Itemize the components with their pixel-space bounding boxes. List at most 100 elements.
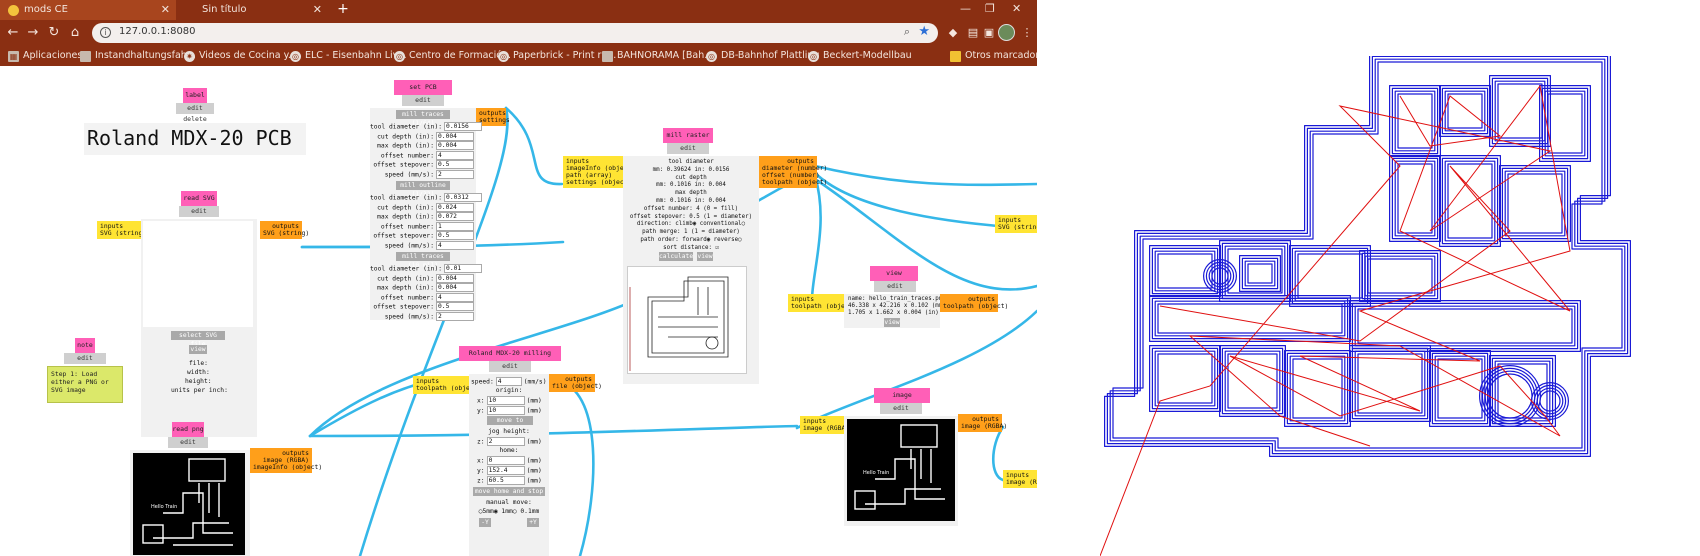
jog-plus-button[interactable]: +Y bbox=[527, 518, 539, 527]
module-title[interactable]: set PCB defaults bbox=[394, 80, 452, 106]
puzzle-icon[interactable]: ▣ bbox=[982, 26, 996, 40]
zoom-icon[interactable]: ⌕ bbox=[904, 25, 910, 39]
reader-icon[interactable]: ▤ bbox=[966, 26, 980, 40]
view-toolpath-output-port[interactable]: outputs toolpath (object) bbox=[940, 294, 1008, 312]
svg-input-port[interactable]: inputs SVG (string) bbox=[995, 215, 1037, 233]
bookmark-item[interactable]: ✷ Videos de Cocina y... bbox=[184, 50, 297, 62]
module-title[interactable]: read SVG bbox=[181, 191, 217, 206]
bookmark-item[interactable]: Instandhaltungsfah... bbox=[80, 50, 196, 62]
mill-raster-output-port[interactable]: outputs diameter (number) offset (number… bbox=[759, 156, 827, 188]
bookmark-item[interactable]: ◎ ELC - Eisenbahn Liv... bbox=[290, 50, 407, 62]
view-button[interactable]: view bbox=[884, 318, 900, 327]
forward-icon[interactable]: → bbox=[24, 24, 42, 42]
setting-field[interactable]: 0.004 bbox=[436, 273, 474, 283]
coordinate-field[interactable]: 10 bbox=[486, 406, 525, 415]
setting-field[interactable]: 0.004 bbox=[436, 131, 474, 141]
home-icon[interactable]: ⌂ bbox=[66, 24, 84, 42]
mill-raster-input-port[interactable]: inputs imageInfo (object) path (array) s… bbox=[563, 156, 635, 188]
edit-delete-button[interactable]: edit delete bbox=[874, 281, 916, 301]
setting-field[interactable]: 0.024 bbox=[436, 202, 474, 212]
setting-field[interactable]: 0.0312 bbox=[444, 193, 483, 202]
module-title[interactable]: read png bbox=[172, 422, 204, 437]
setting-field[interactable]: 2 bbox=[436, 311, 474, 321]
module-title[interactable]: image threshold bbox=[874, 388, 930, 414]
bookmark-item[interactable]: ◎ DB-Bahnhof Plattling bbox=[706, 50, 819, 62]
calculate-button[interactable]: calculate bbox=[659, 252, 693, 261]
edit-delete-button[interactable]: edit delete bbox=[880, 403, 922, 423]
svg-input-port[interactable]: inputs SVG (string) bbox=[97, 221, 146, 239]
pcb-preset-button[interactable]: mill traces (10 mil) bbox=[396, 252, 450, 269]
restore-icon[interactable]: ❐ bbox=[985, 2, 995, 15]
png-output-port[interactable]: outputs image (RGBA) imageInfo (object) bbox=[250, 448, 322, 473]
view-button[interactable]: view bbox=[189, 345, 207, 354]
select-svg-button[interactable]: select SVG file bbox=[171, 331, 225, 348]
edit-delete-button[interactable]: edit delete bbox=[176, 103, 214, 123]
note-text[interactable]: Step 1: Load either a PNG or SVG image bbox=[47, 366, 123, 403]
tab-untitled[interactable]: Sin título ✕ bbox=[178, 0, 328, 20]
tab-mods[interactable]: mods CE ✕ bbox=[0, 0, 176, 20]
setting-field[interactable]: 4 bbox=[436, 150, 474, 160]
bookmark-apps[interactable]: ▦ Aplicaciones bbox=[8, 50, 82, 62]
roland-output-port[interactable]: outputs file (object) bbox=[549, 374, 602, 392]
svg-output-port[interactable]: outputs SVG (string) bbox=[260, 221, 309, 239]
module-title[interactable]: mill raster 2D bbox=[663, 128, 713, 154]
close-window-icon[interactable]: ✕ bbox=[1012, 2, 1021, 15]
setting-field[interactable]: 0.5 bbox=[436, 302, 474, 311]
bookmark-item[interactable]: BAHNORAMA [Bah... bbox=[602, 50, 713, 62]
setting-field[interactable]: 0.004 bbox=[436, 283, 474, 292]
module-title[interactable]: note bbox=[75, 338, 95, 353]
star-icon[interactable]: ★ bbox=[918, 24, 930, 39]
menu-icon[interactable]: ⋮ bbox=[1020, 26, 1034, 40]
edit-delete-button[interactable]: edit delete bbox=[64, 353, 106, 373]
speed-field[interactable]: 4 bbox=[495, 377, 522, 386]
edit-delete-button[interactable]: edit delete bbox=[489, 361, 531, 381]
avatar[interactable] bbox=[998, 24, 1015, 41]
setting-field[interactable]: 4 bbox=[436, 292, 474, 302]
bookmark-item[interactable]: ◎ Paperbrick - Print ra... bbox=[498, 50, 616, 62]
minimize-icon[interactable]: — bbox=[960, 2, 971, 15]
new-tab-button[interactable]: + bbox=[335, 2, 351, 18]
reload-icon[interactable]: ↻ bbox=[45, 24, 63, 42]
extension-icon[interactable]: ◆ bbox=[946, 26, 960, 40]
setting-field[interactable]: 4 bbox=[436, 240, 474, 250]
info-icon[interactable]: i bbox=[100, 27, 111, 38]
move-home-button[interactable]: move home and stop bbox=[473, 487, 545, 496]
module-title[interactable]: label bbox=[183, 88, 207, 103]
setting-field[interactable]: 1 bbox=[436, 221, 474, 231]
setting-field[interactable]: 0.5 bbox=[436, 160, 474, 169]
threshold-output-port[interactable]: outputs image (RGBA) bbox=[958, 414, 1007, 432]
rgba-input-port[interactable]: inputs image (RGBA bbox=[1003, 470, 1037, 488]
module-title[interactable]: view toolpath bbox=[870, 266, 918, 292]
coordinate-field[interactable]: 152.4 bbox=[486, 466, 525, 475]
move-origin-button[interactable]: move to origin bbox=[487, 416, 533, 433]
back-icon[interactable]: ← bbox=[4, 24, 22, 42]
coordinate-field[interactable]: 0 bbox=[486, 456, 525, 465]
edit-delete-button[interactable]: edit delete bbox=[402, 95, 444, 115]
address-bar[interactable]: i 127.0.0.1:8080 ⌕ ★ bbox=[92, 23, 938, 43]
view-button[interactable]: view bbox=[697, 252, 713, 261]
coordinate-field[interactable]: 10 bbox=[486, 396, 525, 405]
bookmark-item[interactable]: ◎ Beckert-Modellbau bbox=[808, 50, 912, 62]
pcb-preset-button[interactable]: mill outline (1/32) bbox=[396, 181, 450, 198]
bookmark-item[interactable]: ◎ Centro de Formació... bbox=[394, 50, 511, 62]
pcb-preset-button[interactable]: mill traces (1/64) bbox=[396, 110, 450, 127]
mods-canvas[interactable]: label edit delete Roland MDX-20 PCB note… bbox=[0, 66, 1037, 556]
setting-field[interactable]: 0.5 bbox=[436, 231, 474, 240]
jog-minus-button[interactable]: -Y bbox=[479, 518, 491, 527]
close-icon[interactable]: ✕ bbox=[161, 3, 170, 16]
view-toolpath-input-port[interactable]: inputs toolpath (object) bbox=[788, 294, 856, 312]
edit-delete-button[interactable]: edit delete bbox=[667, 143, 709, 163]
setting-field[interactable]: 0.072 bbox=[436, 212, 474, 221]
setting-field[interactable]: 2 bbox=[436, 169, 474, 179]
threshold-input-port[interactable]: inputs image (RGBA) bbox=[800, 416, 849, 434]
edit-delete-button[interactable]: edit delete bbox=[168, 437, 208, 457]
module-title[interactable]: Roland MDX-20 milling machine bbox=[459, 346, 561, 372]
coordinate-field[interactable]: 60.5 bbox=[486, 476, 525, 485]
bookmark-folder-other[interactable]: Otros marcadores bbox=[950, 50, 1037, 62]
setting-field[interactable]: 0.0156 bbox=[444, 122, 483, 131]
setting-field[interactable]: 0.004 bbox=[436, 141, 474, 150]
coordinate-field[interactable]: 2 bbox=[486, 437, 525, 446]
close-icon[interactable]: ✕ bbox=[313, 3, 322, 16]
edit-delete-button[interactable]: edit delete bbox=[179, 206, 219, 226]
setting-field[interactable]: 0.01 bbox=[444, 264, 483, 273]
